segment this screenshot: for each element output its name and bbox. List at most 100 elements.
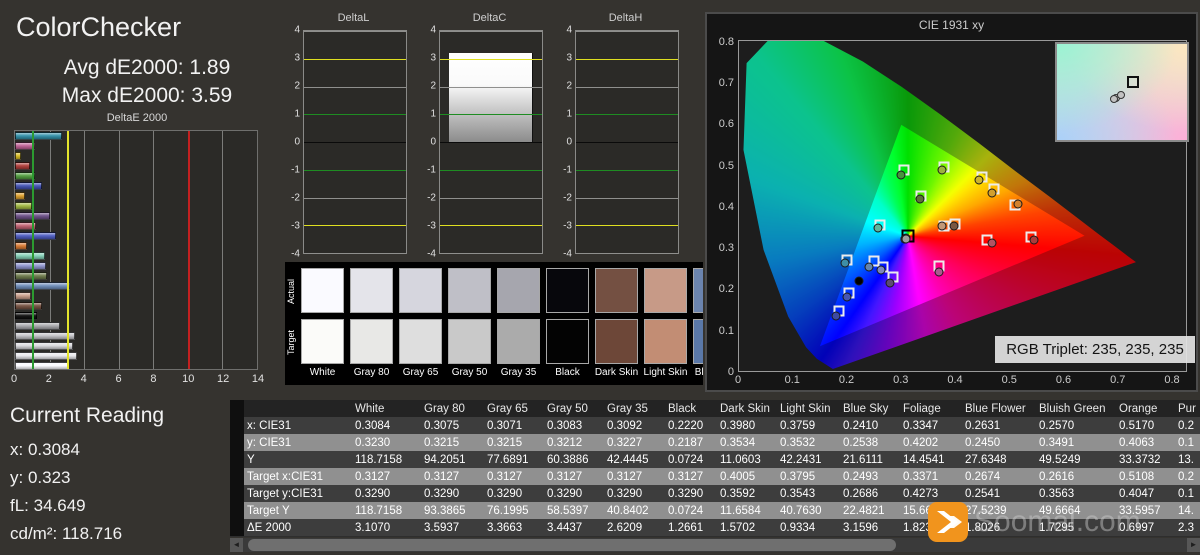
gridline xyxy=(440,197,542,199)
table-cell: 0.3071 xyxy=(484,417,544,434)
gridline xyxy=(304,86,406,88)
de-bar-orange xyxy=(15,242,28,250)
bar-row xyxy=(15,351,257,361)
table-cell: 0.3795 xyxy=(777,468,840,485)
y-tick-label: 3 xyxy=(566,52,572,64)
table-cell: 49.6664 xyxy=(1036,502,1116,519)
x-tick-label: 0.4 xyxy=(947,374,963,386)
deltac-chart: DeltaC 4 3 2 1 0 -1 -2 -3 -4 xyxy=(421,10,558,262)
swatch-label: Gray 35 xyxy=(500,367,537,378)
gridline xyxy=(304,197,406,199)
target-swatch-gray-80 xyxy=(350,319,393,364)
table-cell: 0.2410 xyxy=(840,417,900,434)
y-tick-label: -4 xyxy=(427,248,436,260)
swatch-label: Blue Sky xyxy=(694,367,703,378)
target-swatch-gray-50 xyxy=(448,319,491,364)
row-label: Target y:CIE31 xyxy=(244,485,352,502)
bar-row xyxy=(15,201,257,211)
y-tick-label: 4 xyxy=(566,24,572,36)
bar-row xyxy=(15,231,257,241)
measured-marker xyxy=(937,221,947,231)
table-cell: 13. xyxy=(1175,451,1200,468)
measured-marker xyxy=(864,262,874,272)
row-label: Target x:CIE31 xyxy=(244,468,352,485)
gridline xyxy=(440,58,542,60)
table-cell: 0.5108 xyxy=(1116,468,1175,485)
deltae2000-chart xyxy=(14,130,258,370)
de-bar-light-skin xyxy=(15,292,32,300)
swatch-label: Black xyxy=(555,367,580,378)
table-cell: 0.3371 xyxy=(900,468,962,485)
measured-marker xyxy=(885,278,895,288)
table-cell: 0.2 xyxy=(1175,468,1200,485)
table-cell: 33.3732 xyxy=(1116,451,1175,468)
y-tick-label: 0.4 xyxy=(718,200,734,213)
table-cell: 0.3543 xyxy=(777,485,840,502)
table-scrollbar[interactable]: ◄ ► xyxy=(230,538,1200,552)
row-label: x: CIE31 xyxy=(244,417,352,434)
column-header: Gray 65 xyxy=(484,400,544,417)
de-bar-blue-flower xyxy=(15,262,47,270)
gridline xyxy=(304,58,406,60)
table-cell: 60.3886 xyxy=(544,451,604,468)
scrollbar-thumb[interactable] xyxy=(248,539,896,551)
y-tick-label: 0.7 xyxy=(718,76,734,89)
table-cell: 0.3127 xyxy=(665,468,717,485)
x-tick-label: 6 xyxy=(115,373,122,385)
scroll-left-button[interactable]: ◄ xyxy=(230,538,243,552)
measured-marker xyxy=(974,175,984,185)
y-tick-label: -2 xyxy=(563,192,572,204)
y-tick-label: 0.6 xyxy=(718,118,734,131)
de-bar-foliage xyxy=(15,272,47,280)
table-cell: 0.2538 xyxy=(840,434,900,451)
table-cell: 0.3532 xyxy=(777,434,840,451)
actual-swatch-blue-sky xyxy=(693,268,703,313)
table-cell: 0.3092 xyxy=(604,417,665,434)
gridline xyxy=(440,86,542,88)
gridline xyxy=(440,253,542,254)
y-tick-label: 3 xyxy=(430,52,436,64)
table-cell: 0.2187 xyxy=(665,434,717,451)
y-tick-label: 0.8 xyxy=(718,35,734,48)
x-tick-label: 0 xyxy=(734,374,742,386)
de-bar-gray-35 xyxy=(15,322,61,330)
measured-marker xyxy=(901,234,911,244)
swatch-label: Gray 80 xyxy=(353,367,390,378)
gridline xyxy=(304,31,406,32)
column-header xyxy=(244,400,352,417)
bar-row xyxy=(15,151,257,161)
column-header: Orange xyxy=(1116,400,1175,417)
table-cell: 0.3592 xyxy=(717,485,777,502)
bar-row xyxy=(15,171,257,181)
swatch-label: Gray 50 xyxy=(451,367,488,378)
gridline xyxy=(440,225,542,227)
column-header: Black xyxy=(665,400,717,417)
column-header: Pur xyxy=(1175,400,1200,417)
target-swatch-black xyxy=(546,319,589,364)
deltah-chart: DeltaH 4 3 2 1 0 -1 -2 -3 -4 xyxy=(557,10,694,262)
table-cell: 118.7158 xyxy=(352,502,421,519)
avg-de2000: Avg dE2000: 1.89 xyxy=(63,56,231,79)
reference-line xyxy=(32,131,35,369)
row-label: ΔE 2000 xyxy=(244,519,352,536)
table-cell: 0.2450 xyxy=(962,434,1036,451)
table-cell: 0.3563 xyxy=(1036,485,1116,502)
de-bar-purplish-blue xyxy=(15,232,56,240)
table-cell: 0.3347 xyxy=(900,417,962,434)
table-row: Target Y 118.7158 93.3865 76.1995 58.5397 40.… xyxy=(230,502,1200,519)
x-tick-label: 0.3 xyxy=(893,374,909,386)
table-cell: 0.3127 xyxy=(352,468,421,485)
table-cell: 0.3290 xyxy=(665,485,717,502)
scroll-right-button[interactable]: ► xyxy=(1187,538,1200,552)
target-swatch-blue-sky xyxy=(693,319,703,364)
de-bar-yellow-green xyxy=(15,202,33,210)
table-cell: 58.5397 xyxy=(544,502,604,519)
measured-marker xyxy=(1029,235,1039,245)
reading-x: x: 0.3084 xyxy=(10,440,80,459)
table-header-row: White Gray 80 Gray 65 Gray 50 Gray 35 Black Da… xyxy=(230,400,1200,417)
bar-row xyxy=(15,341,257,351)
y-tick-label: -1 xyxy=(563,164,572,176)
table-cell: 3.4437 xyxy=(544,519,604,536)
rgb-triplet-label: RGB Triplet: 235, 235, 235 xyxy=(995,336,1195,363)
target-swatch-white xyxy=(301,319,344,364)
